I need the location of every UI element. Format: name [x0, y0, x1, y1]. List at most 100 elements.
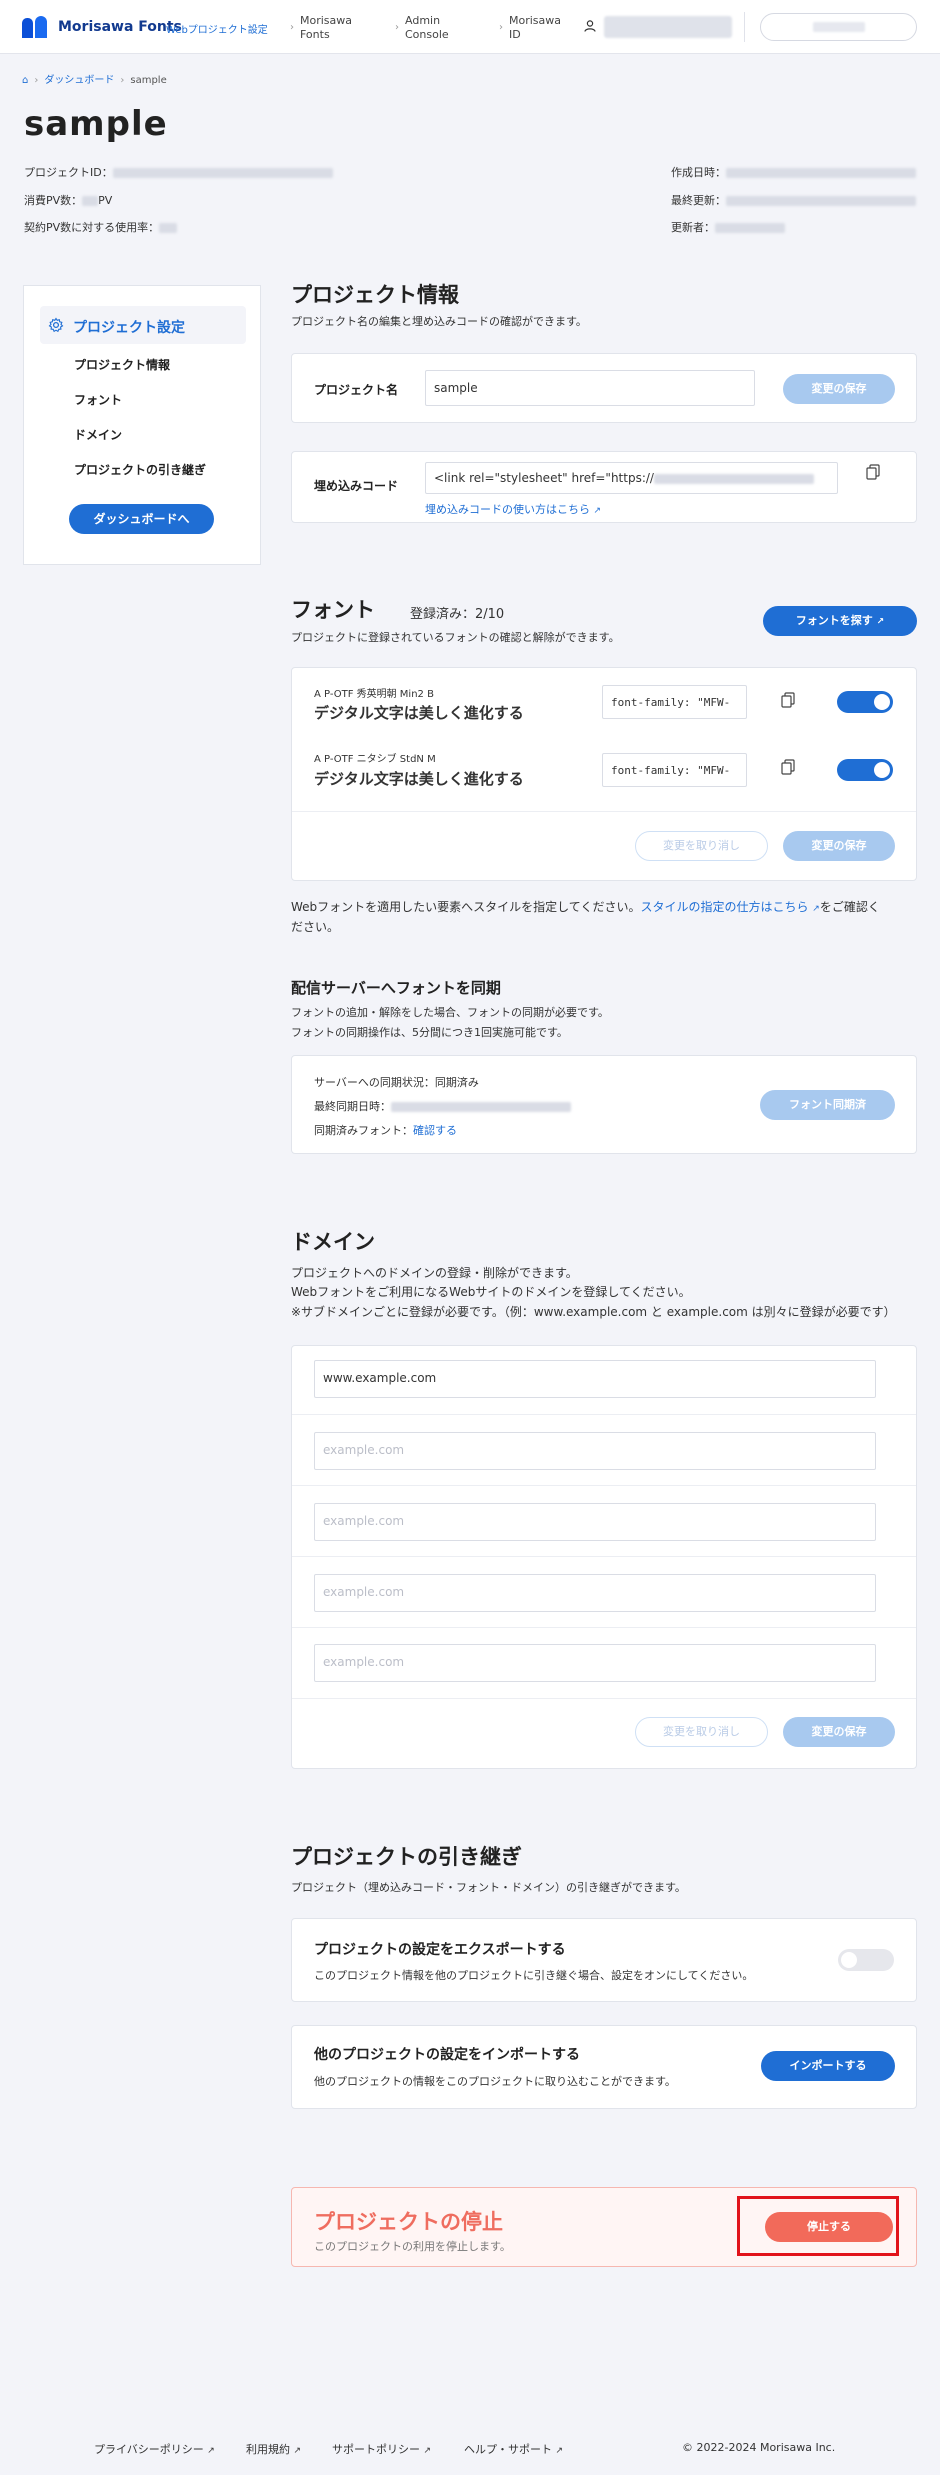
embed-code-label: 埋め込みコード [314, 479, 399, 493]
export-card: プロジェクトの設定をエクスポートする このプロジェクト情報を他のプロジェクトに引… [291, 1918, 917, 2002]
last-sync-redacted [391, 1102, 571, 1112]
domain-subtitle-2: Webフォントをご利用になるWebサイトのドメインを登録してください。 [291, 1285, 691, 1299]
project-id-redacted [112, 168, 333, 178]
import-card: 他のプロジェクトの設定をインポートする 他のプロジェクトの情報をこのプロジェクト… [291, 2025, 917, 2109]
top-bar: Morisawa Fonts Webプロジェクト設定 › Morisawa Fo… [0, 0, 940, 54]
domain-input[interactable]: example.com [314, 1432, 876, 1470]
nav-admin-console[interactable]: › Admin Console [395, 14, 449, 42]
chevron-right-icon: › [290, 22, 294, 33]
brand-subtitle: Webプロジェクト設定 [166, 25, 268, 36]
stop-title: プロジェクトの停止 [314, 2210, 503, 2234]
embed-help-link[interactable]: 埋め込みコードの使い方はこちら ↗ [425, 501, 601, 517]
external-link-icon: ↗ [812, 904, 820, 914]
divider [292, 1698, 916, 1699]
footer-link-support-policy[interactable]: サポートポリシー ↗ [332, 2441, 431, 2457]
sidebar-heading[interactable]: プロジェクト設定 [40, 306, 246, 344]
morisawa-logo-icon[interactable] [22, 16, 50, 38]
footer-link-help[interactable]: ヘルプ・サポート ↗ [464, 2441, 563, 2457]
created-redacted [726, 168, 916, 178]
synced-fonts-link[interactable]: 確認する [413, 1124, 457, 1137]
sync-card: サーバーへの同期状況：同期済み 最終同期日時： 同期済みフォント：確認する フォ… [291, 1055, 917, 1154]
domain-card: www.example.com example.com example.com … [291, 1345, 917, 1769]
home-icon[interactable]: ⌂ [22, 75, 28, 86]
external-link-icon: ↗ [593, 506, 602, 516]
copy-icon[interactable] [781, 692, 795, 708]
usage-redacted [159, 223, 178, 233]
font-css-field[interactable]: font-family: "MFW- [602, 685, 747, 719]
section-title-transfer: プロジェクトの引き継ぎ [291, 1845, 522, 1869]
sidebar-item-project-info[interactable]: プロジェクト情報 [74, 356, 170, 373]
usage-row: 契約PV数に対する使用率： [24, 219, 178, 235]
footer-link-privacy[interactable]: プライバシーポリシー ↗ [94, 2441, 215, 2457]
import-button[interactable]: インポートする [761, 2051, 895, 2081]
divider [292, 1414, 916, 1415]
external-link-icon: ↗ [207, 2446, 215, 2456]
project-name-input[interactable]: sample [425, 370, 755, 406]
export-toggle[interactable] [838, 1949, 894, 1971]
divider [292, 1485, 916, 1486]
find-fonts-button[interactable]: フォントを探す ↗ [763, 606, 917, 636]
account-button[interactable] [760, 13, 917, 41]
sync-subtitle-1: フォントの追加・解除をした場合、フォントの同期が必要です。 [291, 1006, 609, 1019]
embed-code-card: 埋め込みコード <link rel="stylesheet" href="htt… [291, 451, 917, 523]
font-enabled-toggle[interactable] [837, 691, 893, 713]
user-name-redacted[interactable] [604, 16, 732, 38]
section-subtitle-project-info: プロジェクト名の編集と埋め込みコードの確認ができます。 [291, 315, 587, 328]
synced-fonts-row: 同期済みフォント：確認する [314, 1124, 457, 1137]
domain-input[interactable]: example.com [314, 1503, 876, 1541]
section-subtitle-fonts: プロジェクトに登録されているフォントの確認と解除ができます。 [291, 631, 620, 644]
fonts-cancel-button[interactable]: 変更を取り消し [635, 831, 768, 861]
last-sync-row: 最終同期日時： [314, 1098, 571, 1114]
section-title-sync: 配信サーバーへフォントを同期 [291, 979, 501, 997]
embed-code-redacted [653, 473, 814, 484]
font-sample: デジタル文字は美しく進化する [314, 704, 524, 722]
updated-redacted [726, 196, 916, 206]
domain-save-button[interactable]: 変更の保存 [783, 1717, 895, 1747]
sync-fonts-button[interactable]: フォント同期済 [760, 1090, 895, 1120]
brand-name[interactable]: Morisawa Fonts [58, 19, 182, 35]
font-name: A P-OTF 秀英明朝 Min2 B [314, 689, 434, 700]
section-title-project-info: プロジェクト情報 [291, 283, 459, 307]
sidebar-item-fonts[interactable]: フォント [74, 391, 122, 408]
sync-subtitle-2: フォントの同期操作は、5分間につき1回実施可能です。 [291, 1026, 568, 1039]
font-css-field[interactable]: font-family: "MFW- [602, 753, 747, 787]
font-name: A P-OTF ニタシブ StdN M [314, 754, 436, 765]
domain-input[interactable]: example.com [314, 1574, 876, 1612]
breadcrumb-dashboard-link[interactable]: ダッシュボード [44, 75, 114, 86]
nav-morisawa-fonts[interactable]: › Morisawa Fonts [290, 14, 352, 42]
gear-icon [48, 317, 64, 333]
project-name-label: プロジェクト名 [314, 383, 399, 397]
section-title-fonts: フォント [291, 598, 375, 622]
section-title-domain: ドメイン [291, 1230, 375, 1254]
copyright: © 2022-2024 Morisawa Inc. [682, 2441, 836, 2454]
updated-row: 最終更新： [671, 192, 916, 208]
sync-status: サーバーへの同期状況：同期済み [314, 1076, 479, 1089]
copy-icon[interactable] [866, 464, 880, 480]
style-guide-link[interactable]: スタイルの指定の仕方はこちら ↗ [640, 900, 819, 914]
font-enabled-toggle[interactable] [837, 759, 893, 781]
import-description: 他のプロジェクトの情報をこのプロジェクトに取り込むことができます。 [314, 2075, 676, 2088]
embed-code-field[interactable]: <link rel="stylesheet" href="https:// [425, 462, 838, 494]
external-link-icon: ↗ [423, 2446, 432, 2456]
domain-input[interactable]: www.example.com [314, 1360, 876, 1398]
fonts-card: A P-OTF 秀英明朝 Min2 B デジタル文字は美しく進化する font-… [291, 667, 917, 881]
user-icon [584, 20, 596, 32]
breadcrumb-current: sample [130, 75, 167, 86]
footer-link-terms[interactable]: 利用規約 ↗ [246, 2441, 301, 2457]
updater-row: 更新者： [671, 219, 785, 235]
domain-input[interactable]: example.com [314, 1644, 876, 1682]
copy-icon[interactable] [781, 759, 795, 775]
nav-morisawa-id[interactable]: › Morisawa ID [499, 14, 561, 42]
stop-project-card: プロジェクトの停止 このプロジェクトの利用を停止します。 停止する [291, 2187, 917, 2267]
domain-cancel-button[interactable]: 変更を取り消し [635, 1717, 768, 1747]
dashboard-button[interactable]: ダッシュボードへ [69, 504, 214, 534]
header-divider [744, 12, 745, 42]
stop-project-button[interactable]: 停止する [765, 2212, 893, 2242]
project-name-save-button[interactable]: 変更の保存 [783, 374, 895, 404]
sidebar-item-domains[interactable]: ドメイン [74, 426, 122, 443]
sidebar-item-transfer[interactable]: プロジェクトの引き継ぎ [74, 461, 206, 478]
stop-description: このプロジェクトの利用を停止します。 [314, 2240, 511, 2253]
font-style-note: Webフォントを適用したい要素へスタイルを指定してください。スタイルの指定の仕方… [291, 900, 880, 934]
divider [292, 811, 916, 812]
fonts-save-button[interactable]: 変更の保存 [783, 831, 895, 861]
